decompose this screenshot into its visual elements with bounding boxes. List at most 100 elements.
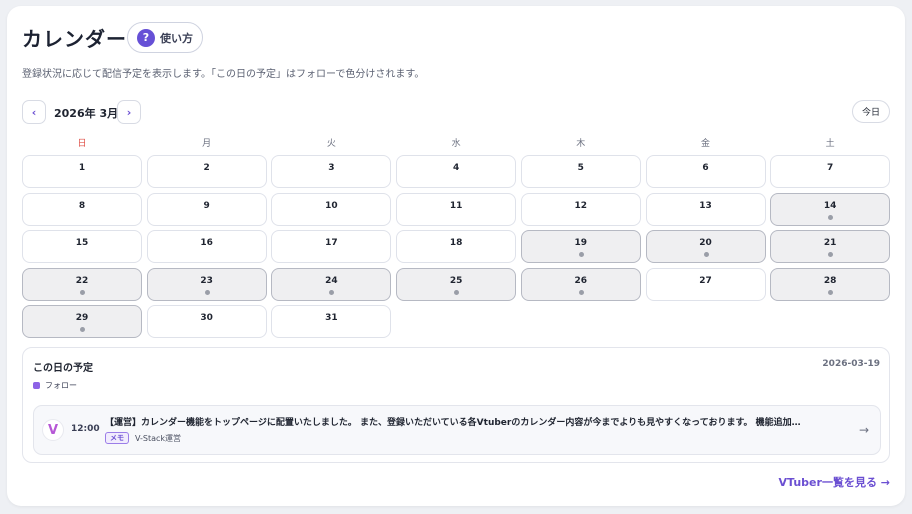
day-number: 18 bbox=[449, 238, 463, 248]
calendar-day[interactable]: 12 bbox=[520, 192, 641, 226]
day-number: 7 bbox=[827, 163, 834, 173]
day-number: 8 bbox=[78, 200, 86, 211]
help-button-label: 使い方 bbox=[160, 31, 193, 45]
day-number: 28 bbox=[823, 275, 837, 286]
day-number: 1 bbox=[78, 163, 86, 173]
calendar-day[interactable]: 10 bbox=[271, 192, 392, 226]
weekday-label: 月 bbox=[202, 139, 212, 149]
event-time: 12:00 bbox=[71, 424, 100, 434]
day-number: 2 bbox=[203, 163, 210, 173]
day-number: 30 bbox=[200, 313, 213, 323]
event-text: 【運営】カレンダー機能をトップページに配置いたしました。 また、登録いただいてい… bbox=[105, 418, 801, 428]
month-label: 2026年 3月 bbox=[54, 107, 119, 120]
event-dot-icon bbox=[828, 214, 834, 220]
day-number: 21 bbox=[823, 238, 837, 248]
calendar-day[interactable]: 16 bbox=[146, 230, 267, 263]
vstack-logo-icon: V bbox=[42, 419, 64, 441]
question-icon: ? bbox=[137, 28, 155, 47]
page-description: 登録状況に応じて配信予定を表示します。「この日の予定」はフォローで色分けされます… bbox=[22, 69, 425, 80]
follow-swatch bbox=[33, 382, 40, 389]
calendar-day[interactable]: 3 bbox=[271, 155, 392, 188]
day-number: 4 bbox=[452, 163, 460, 173]
day-number: 16 bbox=[200, 238, 213, 248]
calendar-day[interactable]: 14 bbox=[770, 192, 891, 226]
page-title: カレンダー bbox=[22, 27, 127, 51]
calendar-day[interactable]: 11 bbox=[396, 192, 517, 226]
day-number: 22 bbox=[75, 275, 89, 286]
event-dot-icon bbox=[80, 327, 85, 332]
event-dot-icon bbox=[80, 289, 85, 295]
calendar-day[interactable]: 15 bbox=[22, 230, 142, 263]
calendar-day[interactable]: 26 bbox=[520, 267, 641, 301]
calendar-day[interactable]: 30 bbox=[146, 305, 267, 338]
day-number: 10 bbox=[325, 200, 338, 211]
day-number: 26 bbox=[574, 275, 588, 286]
schedule-event[interactable]: V 12:00 【運営】カレンダー機能をトップページに配置いたしました。 また、… bbox=[33, 405, 881, 455]
calendar-day[interactable]: 19 bbox=[520, 230, 641, 263]
calendar-day[interactable]: 2 bbox=[146, 155, 267, 188]
day-number: 11 bbox=[449, 200, 463, 211]
day-number: 9 bbox=[203, 200, 210, 211]
calendar-day[interactable]: 25 bbox=[396, 267, 517, 301]
calendar-day[interactable]: 4 bbox=[396, 155, 517, 188]
prev-month-button[interactable]: ‹ bbox=[22, 100, 46, 124]
calendar-day[interactable]: 17 bbox=[271, 230, 392, 263]
calendar-day[interactable]: 6 bbox=[645, 155, 766, 188]
calendar-day[interactable]: 24 bbox=[271, 267, 392, 301]
calendar-day[interactable]: 29 bbox=[22, 305, 142, 338]
calendar-day[interactable]: 27 bbox=[645, 267, 766, 301]
day-number: 5 bbox=[577, 163, 584, 173]
calendar-day[interactable]: 8 bbox=[22, 192, 142, 226]
follow-legend-label: フォロー bbox=[45, 381, 77, 390]
help-button[interactable]: ? 使い方 bbox=[127, 22, 203, 53]
weekday-label: 木 bbox=[576, 139, 586, 149]
weekday-label: 日 bbox=[77, 139, 87, 149]
day-number: 13 bbox=[699, 200, 712, 211]
day-schedule-panel: この日の予定 2026-03-19 フォロー V 12:00 【運営】カレンダー… bbox=[22, 347, 890, 463]
day-number: 20 bbox=[699, 238, 712, 248]
event-dot-icon bbox=[204, 289, 210, 295]
calendar-day[interactable]: 20 bbox=[645, 230, 766, 263]
day-number: 17 bbox=[325, 238, 338, 248]
schedule-title: この日の予定 bbox=[33, 363, 93, 374]
day-number: 23 bbox=[200, 275, 213, 286]
day-number: 12 bbox=[574, 200, 588, 211]
day-number: 27 bbox=[699, 275, 712, 286]
follow-legend: フォロー bbox=[33, 380, 77, 391]
day-number: 25 bbox=[449, 275, 463, 286]
calendar-day[interactable]: 31 bbox=[271, 305, 392, 338]
next-month-button[interactable]: › bbox=[117, 100, 141, 124]
calendar-day[interactable]: 1 bbox=[22, 155, 142, 188]
event-dot-icon bbox=[578, 289, 584, 295]
weekday-label: 火 bbox=[326, 139, 336, 149]
calendar-day[interactable]: 13 bbox=[645, 192, 766, 226]
event-dot-icon bbox=[578, 252, 584, 257]
weekday-label: 金 bbox=[700, 139, 710, 149]
event-dot-icon bbox=[329, 289, 335, 295]
day-number: 19 bbox=[574, 238, 588, 248]
calendar-day[interactable]: 7 bbox=[770, 155, 891, 188]
calendar-day[interactable]: 28 bbox=[770, 267, 891, 301]
calendar-day[interactable]: 21 bbox=[770, 230, 891, 263]
day-number: 31 bbox=[325, 313, 338, 323]
schedule-date: 2026-03-19 bbox=[822, 359, 880, 369]
event-dot-icon bbox=[828, 252, 834, 257]
today-button[interactable]: 今日 bbox=[852, 100, 890, 123]
arrow-right-icon: → bbox=[858, 423, 869, 437]
vtuber-list-link[interactable]: VTuber一覧を見る → bbox=[779, 474, 890, 490]
calendar-day[interactable]: 23 bbox=[146, 267, 267, 301]
weekday-label: 土 bbox=[825, 139, 835, 149]
calendar-day[interactable]: 22 bbox=[22, 267, 142, 301]
day-number: 14 bbox=[823, 200, 837, 211]
calendar-day[interactable]: 18 bbox=[396, 230, 517, 263]
calendar-day[interactable]: 5 bbox=[520, 155, 641, 188]
memo-tag: メモ bbox=[105, 432, 129, 444]
event-dot-icon bbox=[454, 289, 460, 295]
event-dot-icon bbox=[828, 289, 834, 295]
event-author: V-Stack運営 bbox=[135, 434, 182, 443]
day-number: 3 bbox=[328, 163, 335, 173]
day-number: 29 bbox=[75, 313, 89, 323]
day-number: 15 bbox=[75, 238, 89, 248]
calendar-day[interactable]: 9 bbox=[146, 192, 267, 226]
weekday-label: 水 bbox=[451, 139, 461, 149]
